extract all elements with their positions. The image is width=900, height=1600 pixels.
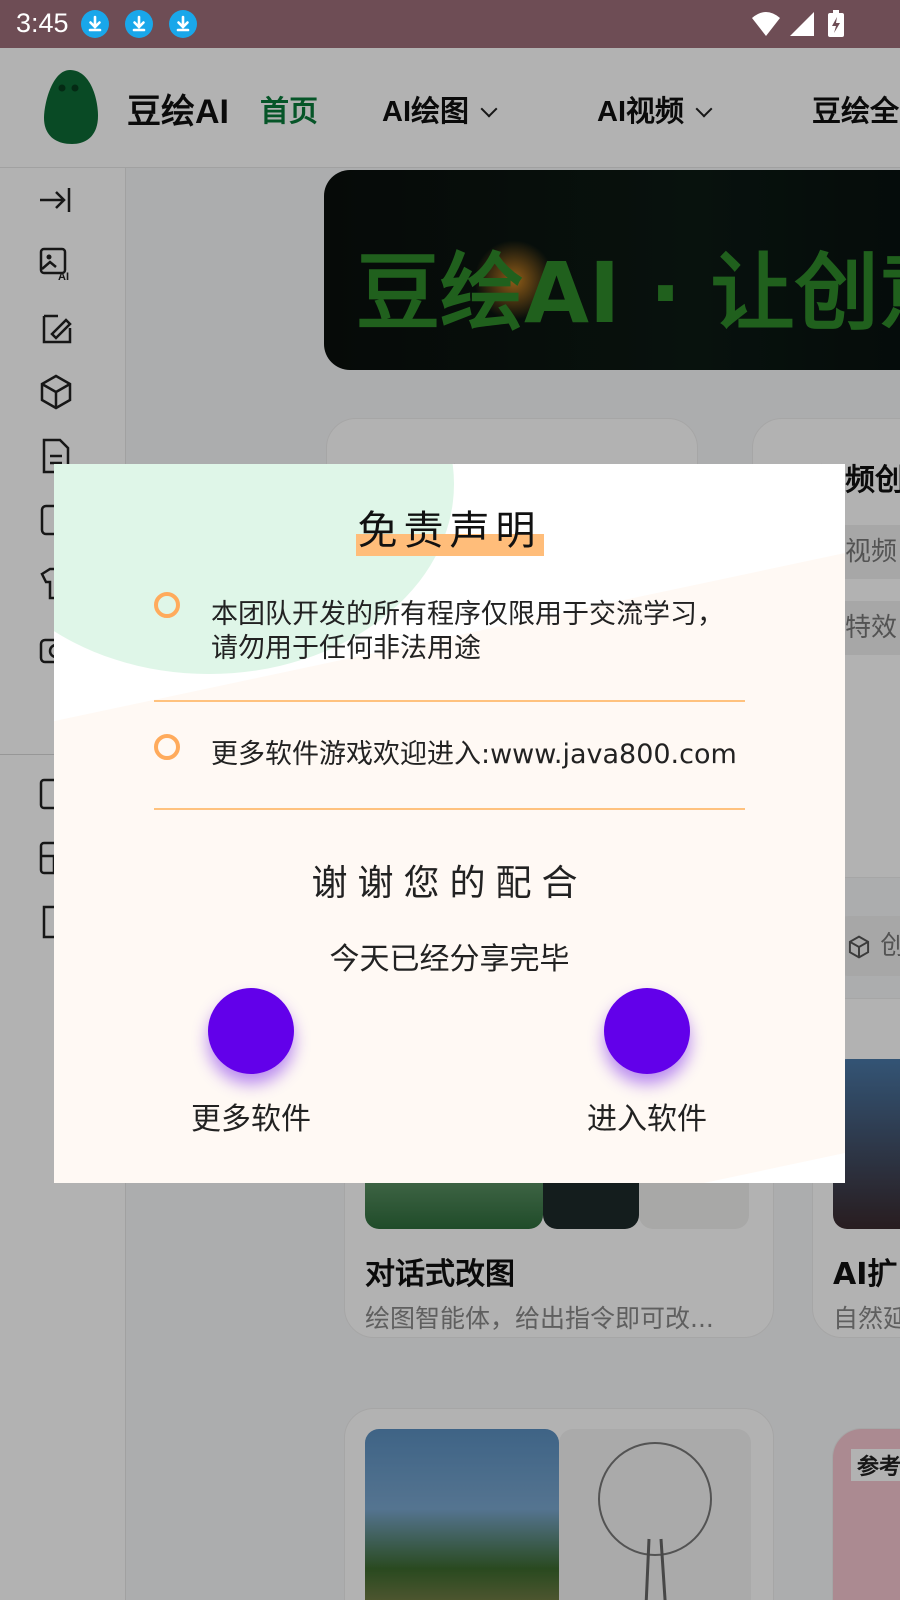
divider	[154, 808, 745, 810]
battery-charging-icon	[828, 10, 844, 37]
thanks-text: 谢谢您的配合	[311, 863, 588, 904]
disclaimer-dialog: 免责声明 本团队开发的所有程序仅限用于交流学习， 请勿用于任何非法用途 更多软件…	[54, 464, 845, 1183]
enter-software-button[interactable]	[604, 988, 690, 1074]
enter-software-label[interactable]: 进入软件	[547, 1094, 747, 1138]
wifi-icon	[752, 12, 780, 36]
disclaimer-line: 本团队开发的所有程序仅限用于交流学习，	[211, 599, 724, 630]
more-software-label[interactable]: 更多软件	[151, 1094, 351, 1138]
status-time: 3:45	[16, 8, 69, 38]
download-icon	[169, 10, 197, 38]
disclaimer-item-2: 更多软件游戏欢迎进入:www.java800.com	[211, 738, 831, 772]
disclaimer-line: 更多软件游戏欢迎进入:www.java800.com	[211, 739, 737, 770]
bullet-ring-icon	[154, 734, 180, 760]
more-software-button[interactable]	[208, 988, 294, 1074]
bullet-ring-icon	[154, 592, 180, 618]
status-bar: 3:45	[0, 0, 900, 48]
disclaimer-line: 请勿用于任何非法用途	[211, 633, 481, 664]
signal-icon	[790, 12, 814, 36]
shared-status: 今天已经分享完毕	[329, 942, 570, 977]
disclaimer-item-1: 本团队开发的所有程序仅限用于交流学习， 请勿用于任何非法用途	[211, 598, 811, 666]
divider	[154, 700, 745, 702]
download-icon	[125, 10, 153, 38]
status-indicators	[750, 10, 860, 42]
dialog-title: 免责声明	[355, 498, 544, 556]
download-icon	[81, 10, 109, 38]
